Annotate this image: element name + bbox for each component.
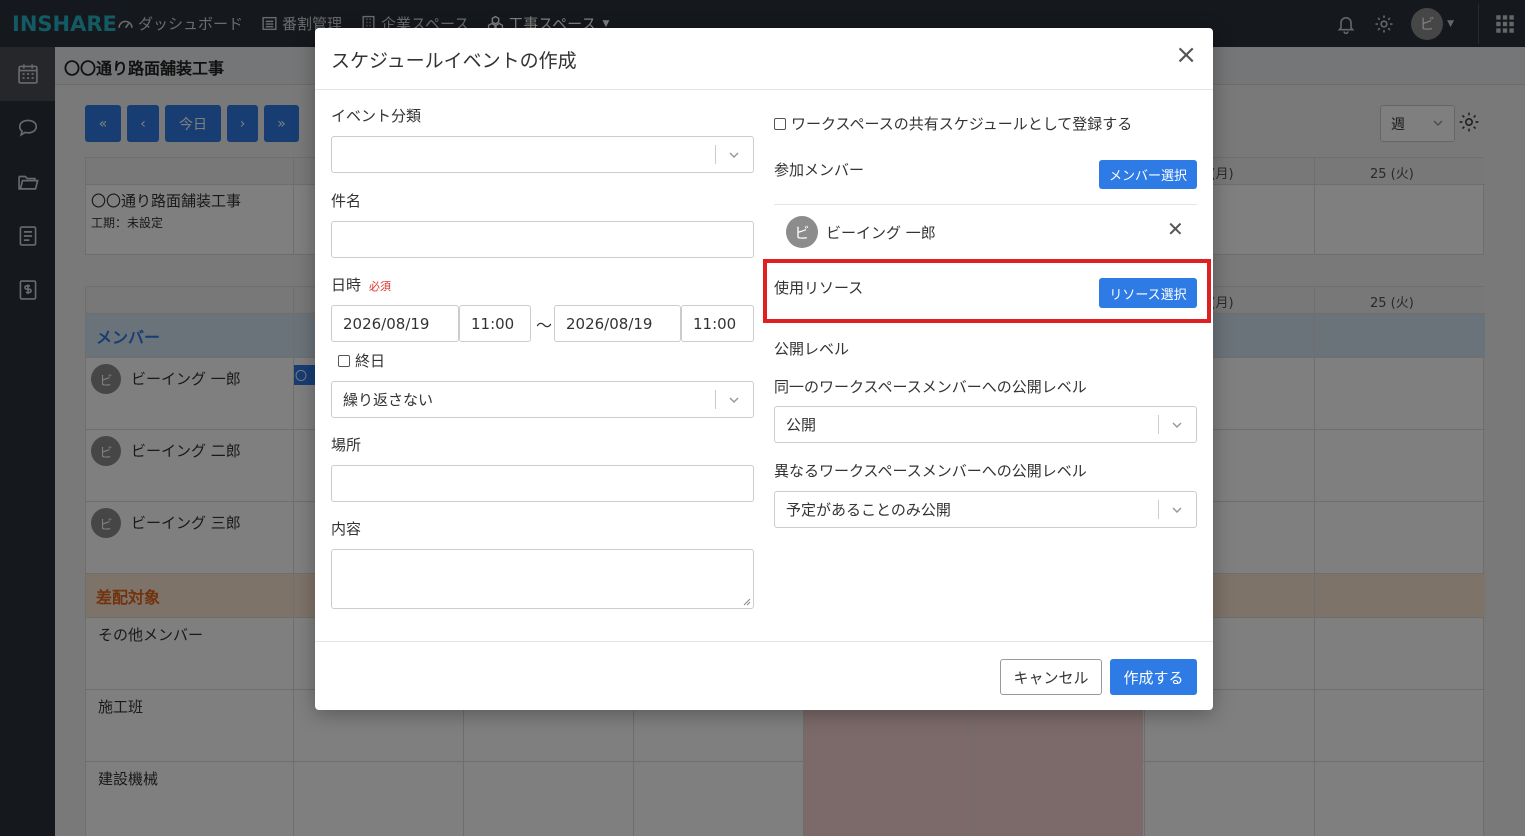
create-button[interactable]: 作成する: [1110, 659, 1197, 695]
place-label: 場所: [331, 436, 362, 454]
chevron-down-icon: [1172, 421, 1182, 428]
create-schedule-event-dialog: スケジュールイベントの作成 × イベント分類 件名 日時 必須 2026/08/1…: [315, 28, 1213, 710]
allday-checkbox[interactable]: 終日: [338, 350, 385, 371]
event-type-label: イベント分類: [331, 107, 422, 125]
start-date-input[interactable]: 2026/08/19: [331, 305, 459, 342]
chevron-down-icon: [729, 396, 739, 403]
dialog-title: スケジュールイベントの作成: [331, 50, 577, 72]
shared-schedule-label: ワークスペースの共有スケジュールとして登録する: [791, 115, 1133, 133]
datetime-label: 日時 必須: [331, 274, 391, 295]
same-workspace-select[interactable]: 公開: [774, 406, 1197, 443]
members-label: 参加メンバー: [774, 161, 865, 179]
dialog-header: スケジュールイベントの作成 ×: [315, 28, 1213, 90]
dialog-footer: キャンセル 作成する: [315, 641, 1213, 710]
chevron-down-icon: [1172, 506, 1182, 513]
range-separator: 〜: [536, 316, 553, 335]
allday-label: 終日: [355, 352, 386, 370]
repeat-select[interactable]: 繰り返さない: [331, 381, 754, 418]
resource-label: 使用リソース: [774, 279, 864, 297]
event-type-select[interactable]: [331, 136, 754, 173]
same-workspace-label: 同一のワークスペースメンバーへの公開レベル: [774, 378, 1087, 396]
content-textarea[interactable]: [331, 549, 754, 609]
different-workspace-value: 予定があることのみ公開: [786, 501, 951, 519]
chevron-down-icon: [729, 151, 739, 158]
checkbox-icon[interactable]: [774, 118, 786, 130]
resource-select-button[interactable]: リソース選択: [1099, 278, 1197, 308]
start-time-input[interactable]: 11:00: [459, 305, 531, 342]
required-badge: 必須: [369, 280, 392, 293]
member-name: ビーイング 一郎: [826, 224, 936, 242]
repeat-value: 繰り返さない: [343, 391, 434, 409]
close-icon[interactable]: ×: [1175, 42, 1197, 68]
end-date-input[interactable]: 2026/08/19: [554, 305, 681, 342]
same-workspace-value: 公開: [786, 416, 817, 434]
member-select-button[interactable]: メンバー選択: [1099, 160, 1197, 189]
remove-member-icon[interactable]: ✕: [1167, 217, 1184, 241]
member-avatar: ビ: [786, 216, 818, 248]
different-workspace-label: 異なるワークスペースメンバーへの公開レベル: [774, 462, 1087, 480]
resize-handle-icon[interactable]: [743, 598, 751, 606]
divider: [774, 204, 1197, 205]
cancel-button[interactable]: キャンセル: [1000, 659, 1102, 695]
place-input[interactable]: [331, 465, 754, 502]
datetime-label-text: 日時: [331, 276, 362, 294]
shared-schedule-checkbox[interactable]: ワークスペースの共有スケジュールとして登録する: [774, 113, 1132, 134]
public-level-label: 公開レベル: [774, 340, 850, 358]
end-time-input[interactable]: 11:00: [681, 305, 754, 342]
content-label: 内容: [331, 520, 362, 538]
checkbox-icon[interactable]: [338, 355, 350, 367]
different-workspace-select[interactable]: 予定があることのみ公開: [774, 491, 1197, 528]
subject-label: 件名: [331, 192, 362, 210]
subject-input[interactable]: [331, 221, 754, 258]
